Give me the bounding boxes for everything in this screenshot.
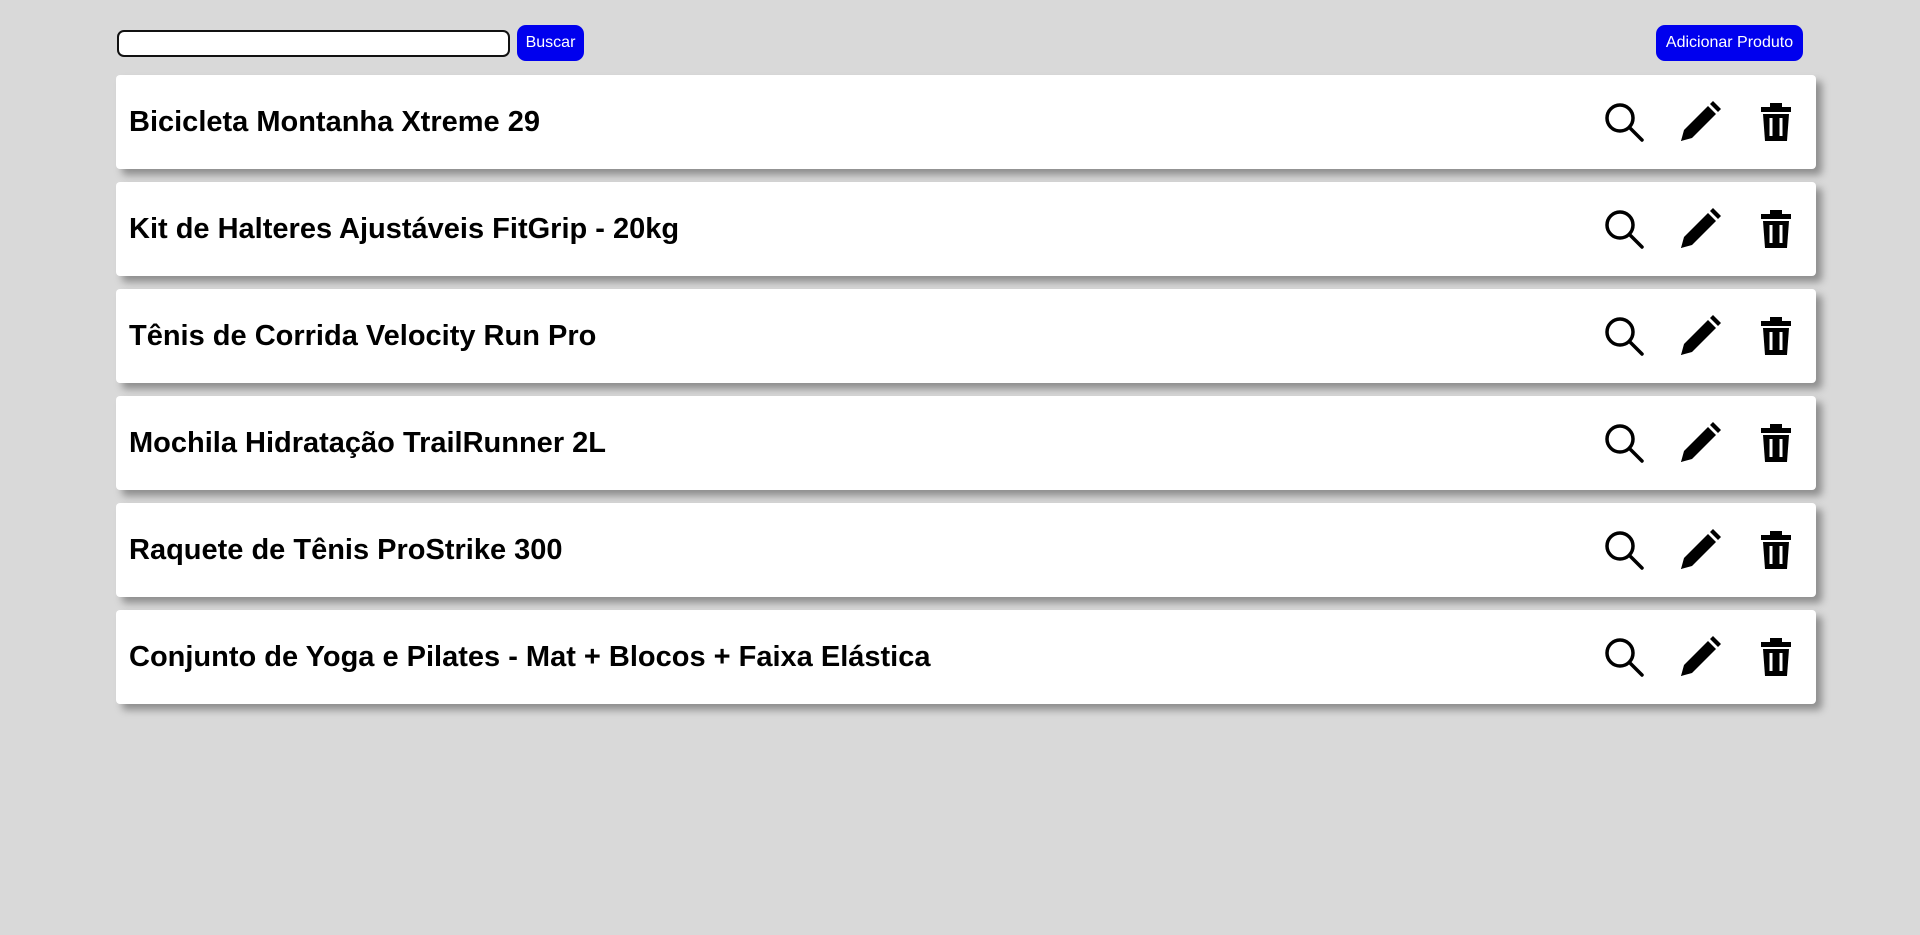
product-name: Kit de Halteres Ajustáveis FitGrip - 20k… bbox=[129, 212, 680, 245]
edit-pencil-icon bbox=[1681, 208, 1721, 248]
edit-button[interactable] bbox=[1678, 100, 1722, 144]
delete-button[interactable] bbox=[1754, 635, 1798, 679]
view-button[interactable] bbox=[1602, 421, 1646, 465]
trash-icon bbox=[1761, 103, 1791, 141]
delete-button[interactable] bbox=[1754, 421, 1798, 465]
list-item: Kit de Halteres Ajustáveis FitGrip - 20k… bbox=[116, 182, 1816, 276]
view-button[interactable] bbox=[1602, 314, 1646, 358]
edit-pencil-icon bbox=[1681, 636, 1721, 676]
search-icon bbox=[1605, 424, 1644, 463]
search-icon bbox=[1605, 638, 1644, 677]
product-name: Tênis de Corrida Velocity Run Pro bbox=[129, 319, 597, 352]
row-actions bbox=[1570, 610, 1798, 704]
product-name: Mochila Hidratação TrailRunner 2L bbox=[129, 426, 606, 459]
delete-button[interactable] bbox=[1754, 314, 1798, 358]
list-item: Bicicleta Montanha Xtreme 29 bbox=[116, 75, 1816, 169]
edit-pencil-icon bbox=[1681, 422, 1721, 462]
row-actions bbox=[1570, 182, 1798, 276]
search-icon bbox=[1605, 210, 1644, 249]
row-actions bbox=[1570, 396, 1798, 490]
delete-button[interactable] bbox=[1754, 100, 1798, 144]
edit-button[interactable] bbox=[1678, 635, 1722, 679]
delete-button[interactable] bbox=[1754, 207, 1798, 251]
edit-button[interactable] bbox=[1678, 207, 1722, 251]
product-name: Conjunto de Yoga e Pilates - Mat + Bloco… bbox=[129, 640, 931, 673]
edit-pencil-icon bbox=[1681, 101, 1721, 141]
list-item: Raquete de Tênis ProStrike 300 bbox=[116, 503, 1816, 597]
view-button[interactable] bbox=[1602, 635, 1646, 679]
edit-button[interactable] bbox=[1678, 314, 1722, 358]
toolbar: Buscar Adicionar Produto bbox=[117, 25, 1803, 61]
view-button[interactable] bbox=[1602, 207, 1646, 251]
product-name: Bicicleta Montanha Xtreme 29 bbox=[129, 105, 540, 138]
search-input[interactable] bbox=[117, 30, 510, 57]
edit-button[interactable] bbox=[1678, 421, 1722, 465]
edit-pencil-icon bbox=[1681, 529, 1721, 569]
product-list: Bicicleta Montanha Xtreme 29 Kit de Halt… bbox=[116, 75, 1816, 717]
search-icon bbox=[1605, 317, 1644, 356]
trash-icon bbox=[1761, 210, 1791, 248]
list-item: Mochila Hidratação TrailRunner 2L bbox=[116, 396, 1816, 490]
row-actions bbox=[1570, 503, 1798, 597]
view-button[interactable] bbox=[1602, 528, 1646, 572]
trash-icon bbox=[1761, 317, 1791, 355]
search-button[interactable]: Buscar bbox=[517, 25, 584, 61]
edit-pencil-icon bbox=[1681, 315, 1721, 355]
list-item: Conjunto de Yoga e Pilates - Mat + Bloco… bbox=[116, 610, 1816, 704]
trash-icon bbox=[1761, 424, 1791, 462]
trash-icon bbox=[1761, 531, 1791, 569]
search-icon bbox=[1605, 103, 1644, 142]
trash-icon bbox=[1761, 638, 1791, 676]
row-actions bbox=[1570, 289, 1798, 383]
row-actions bbox=[1570, 75, 1798, 169]
product-name: Raquete de Tênis ProStrike 300 bbox=[129, 533, 563, 566]
list-item: Tênis de Corrida Velocity Run Pro bbox=[116, 289, 1816, 383]
add-product-button[interactable]: Adicionar Produto bbox=[1656, 25, 1803, 61]
view-button[interactable] bbox=[1602, 100, 1646, 144]
delete-button[interactable] bbox=[1754, 528, 1798, 572]
search-icon bbox=[1605, 531, 1644, 570]
edit-button[interactable] bbox=[1678, 528, 1722, 572]
